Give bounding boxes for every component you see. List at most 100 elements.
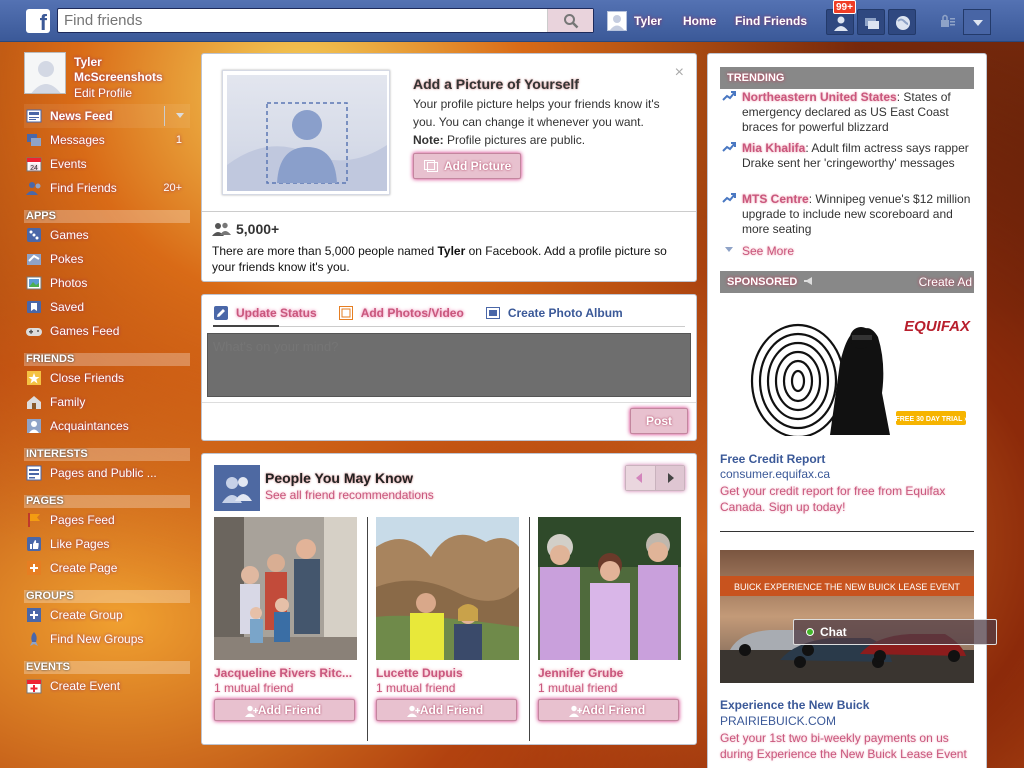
section-heading-groups: GROUPS [24, 590, 190, 603]
person-name[interactable]: Lucette Dupuis [376, 666, 519, 680]
sidebar-item-messages[interactable]: Messages 1 [24, 128, 190, 152]
sidebar-item-label: Find Friends [50, 181, 117, 195]
close-icon[interactable]: × [675, 65, 684, 81]
see-all-recommendations-link[interactable]: See all friend recommendations [265, 488, 434, 502]
account-menu-button[interactable] [963, 9, 991, 35]
see-more-link[interactable]: See More [722, 244, 794, 258]
person-photo[interactable] [538, 517, 681, 660]
nav-profile-link[interactable]: Tyler [607, 10, 662, 32]
equifax-logo: EQUIFAX [904, 318, 971, 335]
sidebar-item-saved[interactable]: Saved [24, 295, 190, 319]
person-name[interactable]: Jennifer Grube [538, 666, 681, 680]
search-button[interactable] [547, 9, 593, 32]
sidebar-item-like-pages[interactable]: Like Pages [24, 532, 190, 556]
trending-topic[interactable]: Mia Khalifa [742, 141, 805, 155]
tab-create-album[interactable]: Create Photo Album [485, 306, 623, 320]
person-photo[interactable] [376, 517, 519, 660]
section-heading-events: EVENTS [24, 661, 190, 674]
tab-add-photos[interactable]: Add Photos/Video [338, 306, 464, 320]
divider [202, 402, 696, 403]
sidebar-item-label: Games Feed [50, 324, 120, 338]
sidebar-item-find-new-groups[interactable]: Find New Groups [24, 627, 190, 651]
tab-label: Update Status [236, 306, 317, 320]
tab-update-status[interactable]: Update Status [214, 306, 317, 320]
next-arrow-icon[interactable] [654, 466, 684, 490]
left-sidebar: Tyler McScreenshots Edit Profile News Fe… [24, 52, 190, 698]
trending-item[interactable]: Northeastern United States: States of em… [722, 90, 974, 135]
ad-domain[interactable]: PRAIRIEBUICK.COM [720, 714, 836, 728]
mutual-friends[interactable]: 1 mutual friend [376, 681, 519, 695]
sidebar-item-label: Events [50, 157, 87, 171]
find-friends-icon [26, 180, 42, 196]
mutual-friends[interactable]: 1 mutual friend [214, 681, 357, 695]
ad-title[interactable]: Free Credit Report [720, 452, 825, 466]
card-title: Add a Picture of Yourself [413, 76, 579, 92]
profile-picture-placeholder[interactable] [222, 70, 390, 195]
add-friend-button[interactable]: Add Friend [214, 699, 355, 721]
sidebar-item-create-group[interactable]: Create Group [24, 603, 190, 627]
post-button[interactable]: Post [630, 408, 688, 434]
trending-topic[interactable]: Northeastern United States [742, 90, 897, 104]
pymk-person: Lucette Dupuis 1 mutual friend Add Frien… [376, 517, 519, 721]
person-name[interactable]: Jacqueline Rivers Ritc... [214, 666, 357, 680]
ad-domain[interactable]: consumer.equifax.ca [720, 467, 830, 481]
ad-image-equifax[interactable]: EQUIFAX FREE 30 DAY TRIAL › [720, 303, 974, 436]
sidebar-item-find-friends[interactable]: Find Friends 20+ [24, 176, 190, 200]
tab-label: Add Photos/Video [360, 306, 464, 320]
status-composer: Update Status Add Photos/Video Create Ph… [201, 294, 697, 441]
trending-arrow-icon [722, 142, 736, 152]
divider [367, 517, 368, 741]
default-avatar-icon [610, 15, 624, 30]
sidebar-item-events[interactable]: 24 Events [24, 152, 190, 176]
svg-text:24: 24 [30, 165, 38, 172]
add-picture-button[interactable]: Add Picture [413, 153, 521, 179]
facebook-logo-icon[interactable]: f [26, 9, 50, 33]
sidebar-item-family[interactable]: Family [24, 390, 190, 414]
add-friend-button[interactable]: Add Friend [376, 699, 517, 721]
add-friend-button[interactable]: Add Friend [538, 699, 679, 721]
section-heading-friends: FRIENDS [24, 353, 190, 366]
sidebar-item-create-page[interactable]: Create Page [24, 556, 190, 580]
messages-jewel[interactable] [857, 9, 885, 35]
sidebar-item-pages-feed[interactable]: Pages Feed [24, 508, 190, 532]
sidebar-item-photos[interactable]: Photos [24, 271, 190, 295]
profile-avatar[interactable] [24, 52, 66, 94]
chat-tab[interactable]: Chat [793, 619, 997, 645]
sidebar-item-acquaintances[interactable]: Acquaintances [24, 414, 190, 438]
edit-profile-link[interactable]: Edit Profile [74, 86, 132, 100]
previous-arrow-icon[interactable] [626, 466, 655, 490]
status-input[interactable] [207, 333, 691, 397]
sponsored-heading: SPONSORED Create Ad [720, 271, 974, 293]
sidebar-item-games[interactable]: Games [24, 223, 190, 247]
create-ad-link[interactable]: Create Ad [919, 271, 972, 293]
ad-body[interactable]: Get your 1st two bi-weekly payments on u… [720, 730, 974, 762]
nav-home-link[interactable]: Home [683, 14, 716, 28]
ad-image-buick[interactable]: BUICK EXPERIENCE THE NEW BUICK LEASE EVE… [720, 550, 974, 683]
search-icon [564, 14, 579, 29]
people-icon [212, 222, 231, 236]
trending-item[interactable]: MTS Centre: Winnipeg venue's $12 million… [722, 192, 974, 237]
mutual-friends[interactable]: 1 mutual friend [538, 681, 681, 695]
search-input[interactable] [58, 9, 546, 32]
sidebar-item-pokes[interactable]: Pokes [24, 247, 190, 271]
sidebar-item-label: Photos [50, 276, 88, 290]
sidebar-item-games-feed[interactable]: Games Feed [24, 319, 190, 343]
chevron-down-icon[interactable] [176, 113, 184, 118]
calendar-icon: 24 [26, 156, 42, 172]
ad-body[interactable]: Get your credit report for free from Equ… [720, 483, 974, 515]
sidebar-item-create-event[interactable]: Create Event [24, 674, 190, 698]
ad-title[interactable]: Experience the New Buick [720, 698, 869, 712]
profile-name[interactable]: Tyler McScreenshots [74, 55, 184, 85]
privacy-shortcuts-icon[interactable] [940, 14, 956, 28]
sidebar-item-close-friends[interactable]: Close Friends [24, 366, 190, 390]
sidebar-item-pages-and-public[interactable]: Pages and Public ... [24, 461, 190, 485]
sidebar-item-news-feed[interactable]: News Feed [24, 104, 190, 128]
trending-item[interactable]: Mia Khalifa: Adult film actress says rap… [722, 141, 974, 171]
composer-tabs: Update Status Add Photos/Video Create Ph… [214, 303, 645, 323]
add-friend-label: Add Friend [257, 703, 322, 717]
trending-topic[interactable]: MTS Centre [742, 192, 809, 206]
notifications-jewel[interactable] [888, 9, 916, 35]
plus-icon [26, 607, 42, 623]
person-photo[interactable] [214, 517, 357, 660]
nav-find-friends-link[interactable]: Find Friends [735, 14, 807, 28]
